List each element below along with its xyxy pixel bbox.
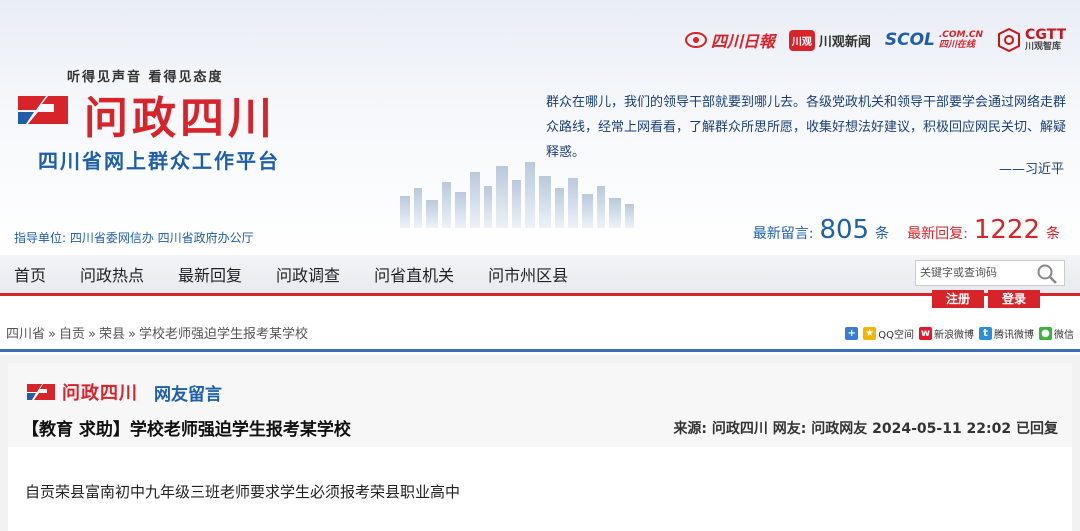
nav-item-provincial-agencies[interactable]: 问省直机关 xyxy=(357,262,471,286)
message-stats: 最新留言: 805 条 最新回复: 1222 条 xyxy=(753,215,1060,245)
nav-item-hot-topics[interactable]: 问政热点 xyxy=(63,262,161,286)
breadcrumb-separator: » xyxy=(88,327,96,342)
leader-quote: 群众在哪儿，我们的领导干部就要到哪儿去。各级党政机关和领导干部要学会通过网络走群… xyxy=(546,95,1067,160)
breadcrumb-item-city[interactable]: 自贡 xyxy=(59,327,85,342)
sichuan-daily-icon xyxy=(684,32,707,48)
nav-divider xyxy=(0,293,1080,296)
wenzheng-logo-icon[interactable] xyxy=(14,90,72,130)
latest-message-label: 最新留言: xyxy=(752,226,814,242)
breadcrumb-item-current: 学校老师强迫学生报考某学校 xyxy=(138,327,308,342)
wenzheng-small-logo-icon xyxy=(27,384,55,400)
breadcrumb-separator: » xyxy=(127,327,136,342)
breadcrumb-item-county[interactable]: 荣县 xyxy=(99,327,125,342)
nav-items: 首页 问政热点 最新回复 问政调查 问省直机关 问市州区县 xyxy=(0,255,585,293)
share-bar: + ★ QQ空间 w 新浪微博 t 腾讯微博 ● 微信 xyxy=(845,326,1074,341)
post-brand-title: 问政四川 xyxy=(62,383,138,404)
login-button[interactable]: 登录 xyxy=(988,290,1040,308)
share-wechat[interactable]: ● 微信 xyxy=(1039,326,1074,341)
latest-reply-count: 1222 xyxy=(973,215,1040,245)
city-skyline-illustration xyxy=(400,162,634,228)
page: 听得见声音 看得见态度 问政四川 四川省网上群众工作平台 四川日報 川观 川观新… xyxy=(0,0,1080,531)
partner-chuanguan[interactable]: 川观 川观新闻 xyxy=(788,29,871,51)
nav-item-surveys[interactable]: 问政调查 xyxy=(259,262,357,286)
partner-cgtt-label: CGTT xyxy=(1025,26,1066,43)
cgtt-icon xyxy=(998,28,1021,52)
partner-sichuan-daily-label: 四川日報 xyxy=(710,32,775,51)
search-input[interactable] xyxy=(916,267,1031,279)
latest-reply-label: 最新回复: xyxy=(907,226,968,242)
content-divider xyxy=(0,349,1080,352)
nav-item-cities-counties[interactable]: 问市州区县 xyxy=(471,262,585,286)
breadcrumb: 四川省» 自贡» 荣县» 学校老师强迫学生报考某学校 xyxy=(6,323,308,342)
share-wechat-label: 微信 xyxy=(1054,330,1074,341)
partner-sichuan-daily[interactable]: 四川日報 xyxy=(684,28,775,52)
post-body: 自贡荣县富南初中九年级三班老师要求学生必须报考荣县职业高中 xyxy=(8,447,1072,531)
post-section-label: 网友留言 xyxy=(154,384,222,405)
partner-scol[interactable]: SCOL .COM.CN 四川在线 xyxy=(885,30,983,50)
breadcrumb-separator: » xyxy=(48,327,56,342)
search-icon[interactable] xyxy=(1036,263,1058,285)
post-brand: 问政四川 网友留言 xyxy=(26,379,222,405)
search-box xyxy=(915,260,1065,286)
partner-scol-domain: .COM.CN xyxy=(938,30,984,40)
share-qzone-label: QQ空间 xyxy=(878,330,914,341)
latest-message-unit: 条 xyxy=(875,226,890,242)
tencent-weibo-icon: t xyxy=(979,327,992,340)
nav-item-latest-replies[interactable]: 最新回复 xyxy=(161,262,259,286)
latest-reply-unit: 条 xyxy=(1046,226,1060,242)
partner-cgtt-cn: 川观智库 xyxy=(1025,41,1062,52)
share-tencent-weibo[interactable]: t 腾讯微博 xyxy=(979,326,1034,341)
share-tencent-weibo-label: 腾讯微博 xyxy=(994,330,1034,341)
register-button[interactable]: 注册 xyxy=(932,290,984,308)
share-weibo[interactable]: w 新浪微博 xyxy=(919,326,974,341)
quote-author: ——习近平 xyxy=(998,162,1064,177)
partner-chuanguan-label: 川观新闻 xyxy=(818,34,871,50)
weibo-icon: w xyxy=(919,327,932,340)
post-content: 自贡荣县富南初中九年级三班老师要求学生必须报考荣县职业高中 xyxy=(25,483,461,501)
latest-message-count: 805 xyxy=(819,215,870,245)
chuanguan-icon: 川观 xyxy=(788,29,815,51)
qzone-icon: ★ xyxy=(863,327,877,340)
share-plus-icon[interactable]: + xyxy=(845,327,859,340)
partner-scol-label: SCOL xyxy=(884,30,935,50)
partner-logos: 四川日報 川观 川观新闻 SCOL .COM.CN 四川在线 CGTT 川观智库 xyxy=(684,28,1066,52)
share-weibo-label: 新浪微博 xyxy=(934,330,974,341)
partner-cgtt[interactable]: CGTT 川观智库 xyxy=(997,28,1066,52)
nav-item-home[interactable]: 首页 xyxy=(0,262,63,286)
wechat-icon: ● xyxy=(1039,327,1052,340)
site-header: 听得见声音 看得见态度 问政四川 四川省网上群众工作平台 四川日報 川观 川观新… xyxy=(0,0,1080,255)
post-meta: 来源: 问政四川 网友: 问政网友 2024-05-11 22:02 已回复 xyxy=(673,421,1058,437)
post-card: 问政四川 网友留言 【教育 求助】学校老师强迫学生报考某学校 来源: 问政四川 … xyxy=(8,363,1072,531)
post-panel: 问政四川 网友留言 【教育 求助】学校老师强迫学生报考某学校 来源: 问政四川 … xyxy=(0,355,1080,531)
guiding-units: 指导单位: 四川省委网信办 四川省政府办公厅 xyxy=(14,231,254,245)
partner-scol-cn: 四川在线 xyxy=(938,40,975,50)
site-logo-subtitle: 四川省网上群众工作平台 xyxy=(38,149,280,173)
post-title: 【教育 求助】学校老师强迫学生报考某学校 xyxy=(22,420,351,440)
site-logo-title[interactable]: 问政四川 xyxy=(84,82,276,146)
breadcrumb-item-province[interactable]: 四川省 xyxy=(6,327,45,342)
share-qzone[interactable]: ★ QQ空间 xyxy=(863,326,914,341)
